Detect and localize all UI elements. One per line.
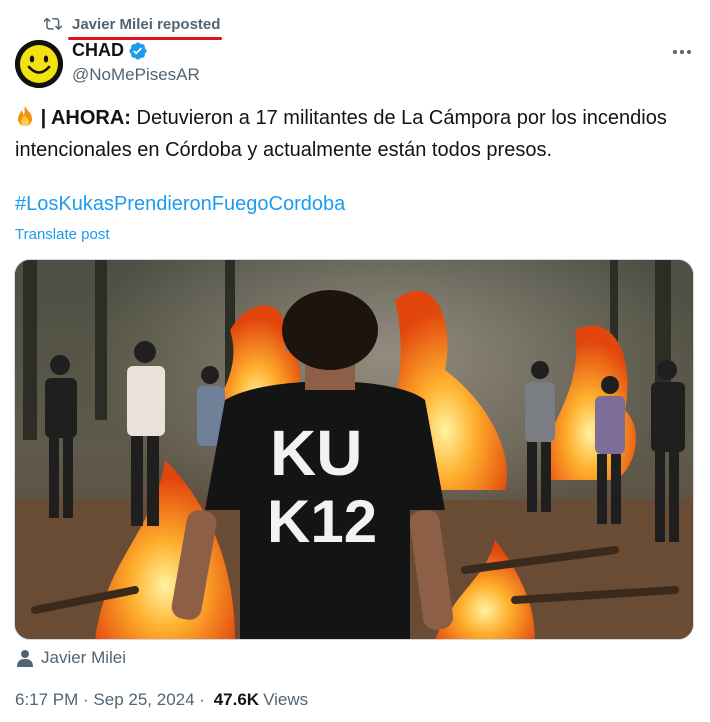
more-options-button[interactable] bbox=[668, 40, 696, 64]
avatar[interactable] bbox=[15, 40, 63, 88]
more-icon bbox=[673, 50, 691, 54]
tweet-lead: | AHORA: bbox=[40, 107, 131, 129]
translate-post-link[interactable]: Translate post bbox=[15, 226, 110, 243]
person-icon bbox=[17, 649, 35, 667]
tweet-meta: 6:17 PM · Sep 25, 2024 · 47.6K Views bbox=[15, 690, 308, 710]
author-handle[interactable]: @NoMePisesAR bbox=[72, 65, 200, 85]
meta-separator: · bbox=[78, 690, 94, 709]
post-date[interactable]: Sep 25, 2024 bbox=[93, 690, 194, 710]
repost-suffix: reposted bbox=[157, 15, 221, 33]
repost-icon bbox=[42, 13, 64, 35]
repost-user-name[interactable]: Javier Milei bbox=[72, 16, 153, 33]
repost-text[interactable]: Javier Milei reposted bbox=[68, 15, 223, 40]
tagged-user-name[interactable]: Javier Milei bbox=[41, 648, 126, 668]
tweet-text: | AHORA: Detuvieron a 17 militantes de L… bbox=[15, 104, 700, 165]
post-time[interactable]: 6:17 PM bbox=[15, 690, 78, 710]
verified-badge-icon[interactable] bbox=[128, 41, 148, 61]
shirt-text-line1: KU bbox=[270, 417, 362, 489]
tweet-media-image[interactable]: KU K12 bbox=[14, 259, 694, 640]
shirt-text-line2: K12 bbox=[267, 488, 377, 555]
fire-icon bbox=[15, 105, 35, 136]
views-count: 47.6K bbox=[213, 690, 260, 709]
tagged-user[interactable]: Javier Milei bbox=[17, 648, 126, 668]
meta-separator: · bbox=[194, 690, 210, 709]
author-display-name[interactable]: CHAD bbox=[72, 40, 124, 61]
views-label: Views bbox=[263, 690, 309, 709]
hashtag-link[interactable]: #LosKukasPrendieronFuegoCordoba bbox=[15, 193, 345, 216]
repost-indicator[interactable]: Javier Milei reposted bbox=[42, 13, 223, 40]
